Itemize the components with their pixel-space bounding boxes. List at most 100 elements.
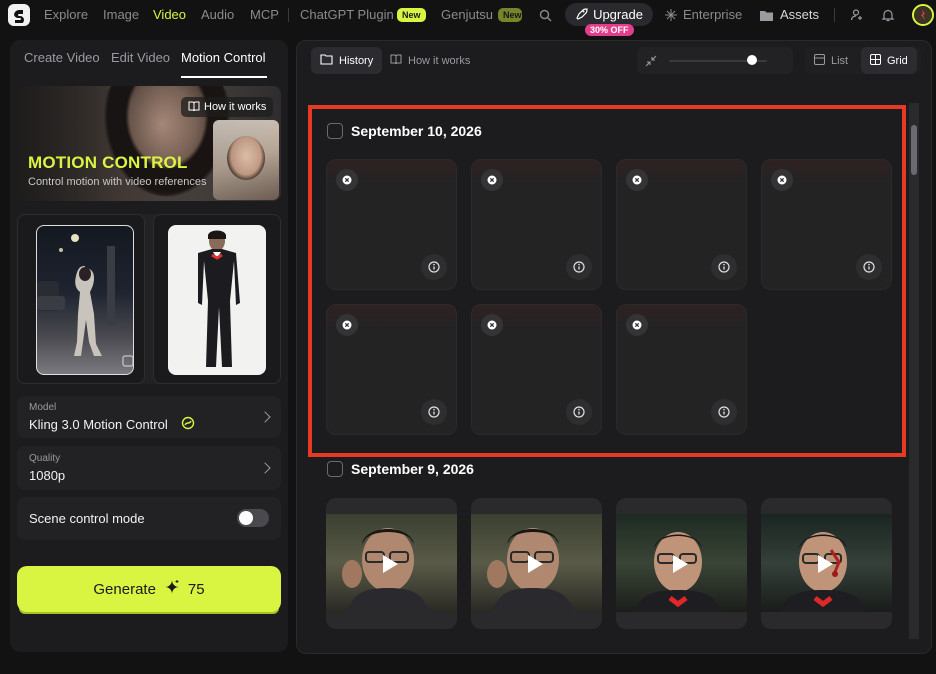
motion-video-slot[interactable] xyxy=(17,214,145,384)
zoom-control xyxy=(637,47,793,74)
tab-motion-control[interactable]: Motion Control xyxy=(181,50,266,65)
select-group-checkbox[interactable] xyxy=(327,123,343,139)
model-selector[interactable]: Model Kling 3.0 Motion Control xyxy=(17,396,281,438)
play-icon[interactable] xyxy=(673,555,688,573)
quality-selector[interactable]: Quality 1080p xyxy=(17,446,281,490)
scene-control-label: Scene control mode xyxy=(29,511,145,526)
failed-history-item[interactable] xyxy=(471,304,602,435)
failed-history-item[interactable] xyxy=(761,159,892,290)
list-label: List xyxy=(831,54,849,67)
group-date: September 9, 2026 xyxy=(351,461,474,477)
model-label: Model xyxy=(29,402,57,413)
info-icon[interactable] xyxy=(856,254,882,280)
nav-audio[interactable]: Audio xyxy=(201,7,234,22)
folder-icon xyxy=(320,53,333,68)
failed-status-icon xyxy=(771,169,793,191)
failed-status-icon xyxy=(481,169,503,191)
nav-assets[interactable]: Assets xyxy=(780,7,819,22)
nav-enterprise[interactable]: Enterprise xyxy=(683,7,742,22)
left-panel: Create Video Edit Video Motion Control H… xyxy=(10,40,288,652)
info-icon[interactable] xyxy=(711,399,737,425)
upgrade-button[interactable]: Upgrade xyxy=(565,3,653,26)
video-history-item[interactable] xyxy=(616,498,747,629)
play-icon[interactable] xyxy=(383,555,398,573)
quality-label: Quality xyxy=(29,453,61,464)
how-it-works-label: How it works xyxy=(408,54,471,67)
play-icon[interactable] xyxy=(528,555,543,573)
active-tab-underline xyxy=(181,76,267,78)
info-icon[interactable] xyxy=(421,399,447,425)
hero-subtitle: Control motion with video references xyxy=(28,176,207,188)
sparkle-icon xyxy=(662,6,680,24)
failed-status-icon xyxy=(336,314,358,336)
app-logo[interactable] xyxy=(8,4,30,26)
bell-icon[interactable] xyxy=(879,6,897,24)
zoom-slider-handle[interactable] xyxy=(747,55,758,65)
list-icon xyxy=(814,53,825,68)
nav-chatgpt-plugin[interactable]: ChatGPT Plugin xyxy=(300,7,394,22)
info-icon[interactable] xyxy=(566,399,592,425)
group-date: September 10, 2026 xyxy=(351,123,482,139)
video-history-item[interactable] xyxy=(761,498,892,629)
nav-genjutsu[interactable]: Genjutsu xyxy=(441,7,493,22)
info-icon[interactable] xyxy=(566,254,592,280)
history-label: History xyxy=(339,54,374,67)
grid-icon xyxy=(870,53,881,68)
history-scroll-area[interactable]: September 10, 2026 September 9, 2026 xyxy=(307,103,907,643)
character-reference-image[interactable] xyxy=(168,225,266,375)
generate-button[interactable]: Generate 75 xyxy=(17,566,281,612)
play-icon[interactable] xyxy=(818,555,833,573)
scrollbar-track[interactable] xyxy=(909,103,919,639)
avatar[interactable] xyxy=(912,4,934,26)
new-badge: New xyxy=(498,8,522,22)
grid-view-button[interactable]: Grid xyxy=(861,47,917,74)
generate-label: Generate xyxy=(93,580,156,598)
chevron-right-icon xyxy=(259,411,271,423)
failed-status-icon xyxy=(481,314,503,336)
nav-image[interactable]: Image xyxy=(103,7,139,22)
view-switcher: List Grid xyxy=(805,47,921,74)
character-image-slot[interactable] xyxy=(153,214,281,384)
motion-control-hero: How it works MOTION CONTROL Control moti… xyxy=(17,86,281,201)
scene-control-toggle[interactable] xyxy=(237,509,269,527)
nav-mcp[interactable]: MCP xyxy=(250,7,279,22)
failed-history-item[interactable] xyxy=(326,159,457,290)
info-icon[interactable] xyxy=(421,254,447,280)
failed-history-item[interactable] xyxy=(326,304,457,435)
date-group-header: September 9, 2026 xyxy=(327,461,474,477)
collapse-icon[interactable] xyxy=(645,54,657,72)
nav-explore[interactable]: Explore xyxy=(44,7,88,22)
failed-status-icon xyxy=(626,169,648,191)
motion-reference-video-thumbnail[interactable] xyxy=(36,225,134,375)
failed-history-item[interactable] xyxy=(616,159,747,290)
reference-media xyxy=(17,214,281,384)
book-icon xyxy=(188,101,200,114)
chevron-right-icon xyxy=(259,462,271,474)
how-it-works-button[interactable]: How it works xyxy=(381,47,479,74)
add-user-icon[interactable] xyxy=(848,6,866,24)
scrollbar-thumb[interactable] xyxy=(911,125,917,175)
nav-divider xyxy=(288,8,289,22)
nav-video[interactable]: Video xyxy=(153,7,186,22)
grid-label: Grid xyxy=(887,54,908,67)
info-icon[interactable] xyxy=(711,254,737,280)
select-group-checkbox[interactable] xyxy=(327,461,343,477)
failed-status-icon xyxy=(336,169,358,191)
video-history-item[interactable] xyxy=(471,498,602,629)
upgrade-label: Upgrade xyxy=(593,7,643,22)
list-view-button[interactable]: List xyxy=(805,47,857,74)
tab-edit-video[interactable]: Edit Video xyxy=(111,50,170,65)
hero-how-label: How it works xyxy=(204,101,267,113)
history-button[interactable]: History xyxy=(311,47,383,74)
search-icon[interactable] xyxy=(536,6,554,24)
video-history-item[interactable] xyxy=(326,498,457,629)
new-badge: New xyxy=(397,8,426,22)
date-group-header: September 10, 2026 xyxy=(327,123,482,139)
hero-how-it-works-button[interactable]: How it works xyxy=(181,97,274,117)
failed-history-item[interactable] xyxy=(471,159,602,290)
folder-icon xyxy=(757,6,775,24)
book-icon xyxy=(390,54,402,67)
quality-value: 1080p xyxy=(29,468,66,483)
tab-create-video[interactable]: Create Video xyxy=(24,50,100,65)
failed-history-item[interactable] xyxy=(616,304,747,435)
